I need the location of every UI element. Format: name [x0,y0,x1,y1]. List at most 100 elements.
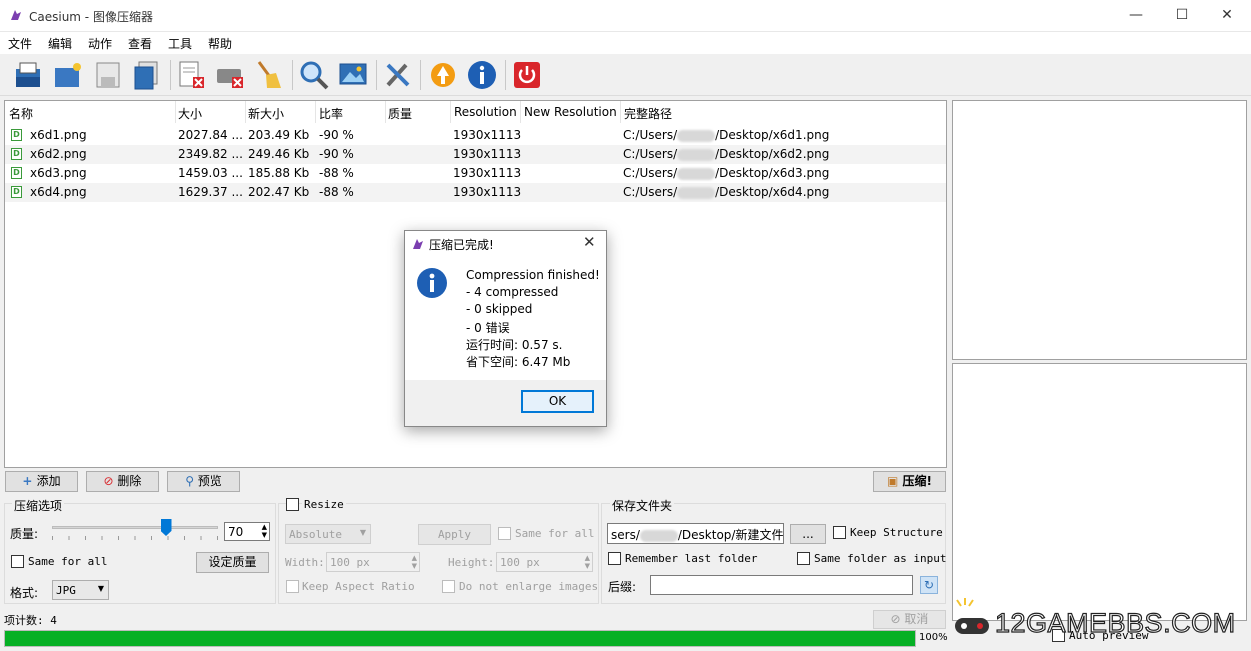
output-folder-input[interactable]: sers//Desktop/新建文件夹 [607,523,784,544]
resize-same-for-all-checkbox[interactable] [498,527,511,540]
info-icon[interactable] [466,59,498,91]
cell-name: x6d2.png [30,147,87,161]
no-enlarge-checkbox[interactable] [442,580,455,593]
table-row[interactable]: D x6d2.png 2349.82 ... 249.46 Kb -90 % 1… [5,145,946,164]
clear-list-icon[interactable] [214,59,246,91]
col-new-resolution[interactable]: New Resolution [524,105,617,119]
height-input[interactable]: 100 px ▲ ▼ [496,552,593,572]
cell-new-size: 203.49 Kb [248,128,310,142]
col-full-path[interactable]: 完整路径 [624,105,672,122]
refresh-icon[interactable]: ↻ [920,576,938,594]
open-files-icon[interactable] [12,59,44,91]
col-size[interactable]: 大小 [178,105,202,122]
watermark: 12GAMEBBS.COM [953,596,1251,646]
resize-mode-select[interactable]: Absolute ▼ [285,524,371,544]
info-icon [417,268,447,298]
menu-edit[interactable]: 编辑 [48,35,72,52]
cancel-button[interactable]: ⊘ 取消 [873,610,946,629]
dialog-close-icon[interactable]: ✕ [583,233,596,251]
toolbar [0,54,1251,96]
resize-checkbox[interactable] [286,498,299,511]
redacted-username [677,129,716,142]
menu-help[interactable]: 帮助 [208,35,232,52]
output-folder-title: 保存文件夹 [610,497,675,514]
cell-new-size: 202.47 Kb [248,185,310,199]
menu-action[interactable]: 动作 [88,35,112,52]
app-logo-icon [413,239,423,249]
apply-button[interactable]: Apply [418,524,491,545]
menu-tools[interactable]: 工具 [168,35,192,52]
original-preview-pane [952,100,1247,360]
spin-arrows-icon[interactable]: ▲ ▼ [412,554,417,570]
width-input[interactable]: 100 px ▲ ▼ [326,552,420,572]
table-row[interactable]: D x6d1.png 2027.84 ... 203.49 Kb -90 % 1… [5,126,946,145]
format-label: 格式: [10,586,39,600]
add-button[interactable]: + 添加 [5,471,78,492]
col-new-size[interactable]: 新大小 [248,105,284,122]
image-file-icon: D [11,167,22,179]
table-row[interactable]: D x6d3.png 1459.03 ... 185.88 Kb -88 % 1… [5,164,946,183]
cell-name: x6d4.png [30,185,87,199]
spin-arrows-icon[interactable]: ▲ ▼ [262,523,267,539]
col-name[interactable]: 名称 [9,105,33,122]
open-folder-icon[interactable] [52,59,84,91]
cell-name: x6d3.png [30,166,87,180]
update-star-icon[interactable] [427,59,459,91]
set-quality-button[interactable]: 设定质量 [196,552,269,573]
ok-button[interactable]: OK [521,390,594,413]
power-exit-icon[interactable] [511,59,543,91]
keep-aspect-label: Keep Aspect Ratio [302,580,415,593]
save-icon[interactable] [92,59,124,91]
save-as-icon[interactable] [131,59,163,91]
cell-resolution: 1930x1113 [453,128,522,142]
menu-file[interactable]: 文件 [8,35,32,52]
preview-button[interactable]: ⚲ 预览 [167,471,240,492]
image-file-icon: D [11,148,22,160]
format-select[interactable]: JPG ▼ [52,580,109,600]
same-folder-checkbox[interactable] [797,552,810,565]
same-for-all-label: Same for all [28,555,108,568]
cell-path: C:/Users//Desktop/x6d1.png [623,128,830,142]
menu-view[interactable]: 查看 [128,35,152,52]
quality-slider[interactable] [52,519,218,541]
keep-aspect-checkbox[interactable] [286,580,299,593]
redacted-username [639,529,678,542]
quality-slider-thumb[interactable] [160,519,172,536]
redacted-username [677,167,716,180]
same-for-all-checkbox[interactable] [11,555,24,568]
preview-image-icon[interactable] [337,59,369,91]
chevron-down-icon: ▼ [97,584,104,593]
browse-folder-button[interactable]: ... [790,524,826,544]
maximize-button[interactable]: ☐ [1159,0,1205,31]
tools-wrench-icon[interactable] [382,59,414,91]
width-label: Width: [285,556,325,569]
col-quality[interactable]: 质量 [388,105,412,122]
minimize-button[interactable]: — [1113,0,1159,31]
table-row[interactable]: D x6d4.png 1629.37 ... 202.47 Kb -88 % 1… [5,183,946,202]
compress-button[interactable]: ▣ 压缩! [873,471,946,492]
cancel-icon: ⊘ [890,612,905,626]
cell-resolution: 1930x1113 [453,185,522,199]
remove-item-icon[interactable] [175,59,207,91]
delete-button[interactable]: ⊘ 删除 [86,471,159,492]
cell-path: C:/Users//Desktop/x6d4.png [623,185,830,199]
close-button[interactable]: ✕ [1204,0,1250,31]
broom-clean-icon[interactable] [253,59,285,91]
search-magnifier-icon[interactable] [298,59,330,91]
col-resolution[interactable]: Resolution [454,105,517,119]
cell-ratio: -90 % [319,147,354,161]
keep-structure-label: Keep Structure [850,526,943,539]
spin-arrows-icon[interactable]: ▲ ▼ [585,554,590,570]
cell-resolution: 1930x1113 [453,147,522,161]
no-enlarge-label: Do not enlarge images [459,580,599,593]
height-label: Height: [448,556,495,569]
cell-size: 2349.82 ... [178,147,243,161]
dialog-message-line: Compression finished! [466,268,600,282]
remember-last-folder-checkbox[interactable] [608,552,621,565]
suffix-input[interactable] [650,575,913,595]
keep-structure-checkbox[interactable] [833,526,846,539]
quality-spinbox[interactable]: 70 ▲ ▼ [224,522,270,541]
col-ratio[interactable]: 比率 [319,105,343,122]
magnifier-icon: ⚲ [185,474,198,488]
cell-size: 1629.37 ... [178,185,243,199]
